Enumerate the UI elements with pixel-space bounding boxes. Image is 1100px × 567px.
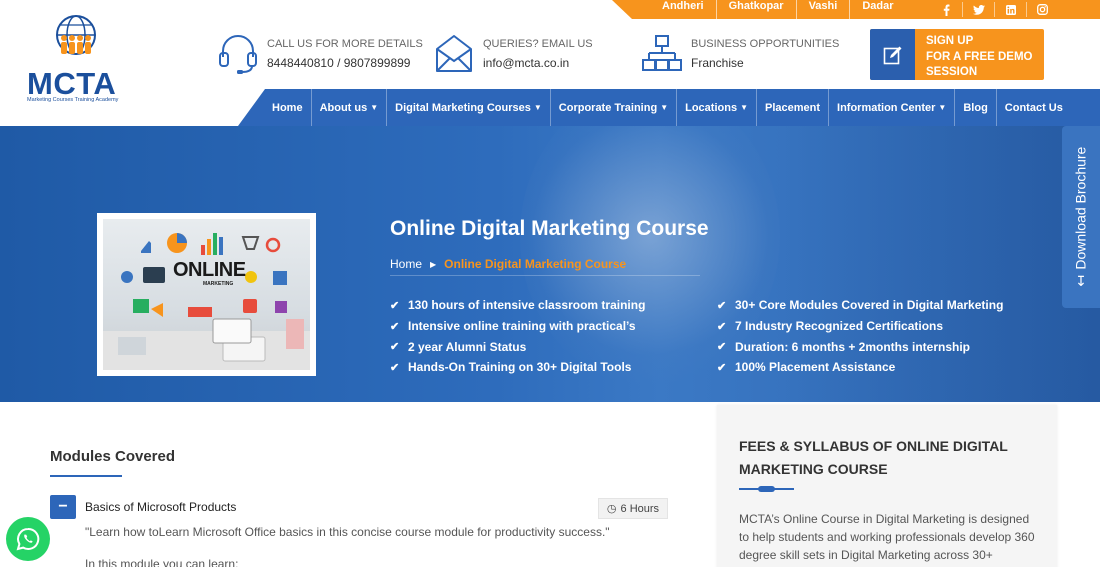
breadcrumb-current: Online Digital Marketing Course (444, 257, 627, 271)
nav-about-us[interactable]: About us ▼ (310, 89, 387, 126)
linkedin-icon[interactable] (994, 2, 1026, 17)
chevron-down-icon: ▼ (938, 103, 947, 112)
instagram-icon[interactable] (1026, 2, 1058, 17)
feature-item: ✔ 7 Industry Recognized Certifications (717, 319, 944, 334)
edit-form-icon (883, 46, 901, 64)
download-icon: ↧ (1075, 272, 1087, 289)
check-icon: ✔ (390, 341, 400, 354)
check-icon: ✔ (390, 299, 400, 312)
check-icon: ✔ (717, 341, 727, 354)
whatsapp-icon (16, 527, 40, 551)
nav-blog[interactable]: Blog (954, 89, 995, 126)
nav-digital-marketing-courses[interactable]: Digital Marketing Courses ▼ (386, 89, 550, 126)
fees-card-title: FEES & SYLLABUS OF ONLINE DIGITAL MARKET… (739, 438, 1008, 477)
chevron-down-icon: ▼ (370, 103, 379, 112)
chevron-down-icon: ▼ (740, 103, 748, 112)
check-icon: ✔ (717, 361, 727, 374)
image-marketing-text: MARKETING (203, 281, 234, 287)
franchise-link[interactable]: Franchise (691, 56, 839, 70)
module-description: "Learn how toLearn Microsoft Office basi… (85, 525, 610, 539)
org-chart-icon (642, 35, 682, 71)
demo-line-1: SIGN UP (926, 35, 974, 47)
module-name[interactable]: Basics of Microsoft Products (85, 500, 236, 514)
whatsapp-chat-button[interactable] (6, 517, 50, 561)
fees-syllabus-card: FEES & SYLLABUS OF ONLINE DIGITAL MARKET… (717, 405, 1057, 567)
site-logo[interactable]: MCTA Marketing Courses Training Academy (27, 14, 127, 106)
check-icon: ✔ (717, 320, 727, 333)
feature-list-left: ✔ 130 hours of intensive classroom traini… (390, 295, 645, 378)
feature-item: ✔ 2 year Alumni Status (390, 339, 527, 354)
nav-contact-us[interactable]: Contact Us (995, 89, 1071, 126)
modules-heading: Modules Covered (50, 448, 176, 465)
social-links (930, 2, 1058, 17)
business-label: BUSINESS OPPORTUNITIES (691, 38, 840, 50)
main-navigation: Home About us ▼ Digital Marketing Courses… (238, 89, 1100, 126)
location-link-andheri[interactable]: Andheri (650, 0, 717, 19)
feature-item: ✔ Hands-On Training on 30+ Digital Tools (390, 360, 632, 375)
location-link-ghatkopar[interactable]: Ghatkopar (717, 0, 797, 19)
nav-corporate-training[interactable]: Corporate Training ▼ (549, 89, 676, 126)
nav-placement[interactable]: Placement (755, 89, 828, 126)
module-learn-intro: In this module you can learn: (85, 557, 239, 567)
check-icon: ✔ (390, 361, 400, 374)
module-collapse-button[interactable]: − (50, 495, 76, 519)
facebook-icon[interactable] (930, 2, 962, 17)
feature-item: ✔ 100% Placement Assistance (717, 360, 896, 375)
demo-line-2: FOR A FREE DEMO (926, 50, 1033, 63)
page-title: Online Digital Marketing Course (390, 217, 709, 240)
online-marketing-illustration (103, 233, 310, 370)
phone-numbers[interactable]: 8448440810 / 9807899899 (267, 56, 423, 70)
breadcrumb-arrow-icon: ▶ (430, 259, 437, 269)
contact-call: CALL US FOR MORE DETAILS 8448440810 / 98… (218, 33, 423, 75)
nav-home[interactable]: Home (264, 89, 311, 126)
feature-list-right: ✔ 30+ Core Modules Covered in Digital Mar… (717, 295, 1003, 378)
chevron-down-icon: ▼ (660, 103, 669, 112)
image-online-text: ONLINE (173, 259, 246, 281)
clock-icon: ◷ (606, 503, 617, 515)
feature-item: ✔ 130 hours of intensive classroom traini… (390, 298, 646, 313)
feature-item: ✔ 30+ Core Modules Covered in Digital Mar… (717, 298, 1004, 313)
location-link-vashi[interactable]: Vashi (797, 0, 851, 19)
chevron-down-icon: ▼ (533, 103, 542, 112)
location-link-dadar[interactable]: Dadar (850, 0, 905, 19)
envelope-icon (436, 35, 472, 72)
contact-business: BUSINESS OPPORTUNITIES Franchise (642, 33, 839, 75)
breadcrumb: Home ▶ Online Digital Marketing Course (390, 257, 626, 271)
location-links: Andheri Ghatkopar Vashi Dadar (650, 0, 906, 19)
check-icon: ✔ (717, 299, 727, 312)
feature-item: ✔ Duration: 6 months + 2months internship (717, 339, 971, 354)
contact-email: QUERIES? EMAIL US info@mcta.co.in (434, 33, 593, 75)
globe-people-icon (56, 15, 96, 55)
hero-banner: ONLINE MARKETING Online Digital Marketin… (0, 126, 1100, 402)
top-location-bar: Andheri Ghatkopar Vashi Dadar (612, 0, 1100, 19)
feature-item: ✔ Intensive online training with practica… (390, 319, 636, 334)
download-brochure-tab[interactable]: ↧ Download Brochure (1062, 126, 1100, 308)
logo-tagline: Marketing Courses Training Academy (27, 97, 119, 103)
fees-card-body: MCTA’s Online Course in Digital Marketin… (739, 512, 1035, 562)
module-hours-badge: ◷ 6 Hours (598, 498, 668, 519)
breadcrumb-home[interactable]: Home (390, 257, 422, 271)
course-hero-image: ONLINE MARKETING (97, 213, 316, 376)
headset-icon (219, 35, 257, 74)
check-icon: ✔ (390, 320, 400, 333)
nav-information-center[interactable]: Information Center ▼ (828, 89, 954, 126)
demo-line-3: SESSION (926, 66, 978, 78)
free-demo-signup-button[interactable]: SIGN UP FOR A FREE DEMO SESSION (870, 29, 1044, 80)
call-label: CALL US FOR MORE DETAILS (267, 38, 423, 50)
twitter-icon[interactable] (962, 2, 994, 17)
email-address[interactable]: info@mcta.co.in (483, 56, 593, 70)
email-label: QUERIES? EMAIL US (483, 38, 593, 50)
brochure-label: Download Brochure (1072, 146, 1089, 270)
nav-locations[interactable]: Locations ▼ (676, 89, 756, 126)
